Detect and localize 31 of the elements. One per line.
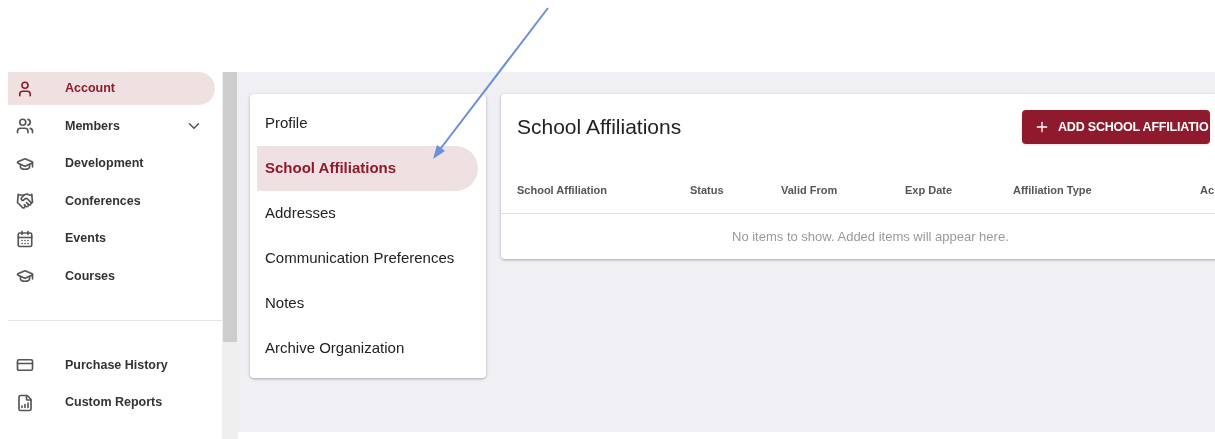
plus-icon [1034,119,1050,135]
sub-nav-item[interactable]: Archive Organization [257,326,478,371]
sidebar-item[interactable]: Courses [8,259,215,293]
people-icon [16,117,34,135]
sidebar-item[interactable]: Purchase History [8,348,215,382]
sub-nav-item[interactable]: Communication Preferences [257,236,478,281]
sub-nav-item[interactable]: Notes [257,281,478,326]
sub-nav-item[interactable]: Profile [257,101,478,146]
graduation-cap-icon [16,267,34,285]
empty-message: No items to show. Added items will appear here. [732,227,1009,246]
sidebar-item[interactable]: Development [8,147,215,180]
column-header: Valid From [781,183,838,196]
sub-nav-item[interactable]: School Affiliations [257,146,478,191]
column-header: Ac [1200,183,1215,196]
calendar-icon [16,229,34,248]
person-icon [16,79,34,98]
column-header: Status [690,183,724,196]
scrollbar-thumb[interactable] [223,72,237,342]
sidebar-item[interactable]: Custom Reports [8,386,215,419]
sidebar-item[interactable]: Members [8,109,215,143]
sidebar-item[interactable]: Events [8,222,215,255]
add-button[interactable]: ADD SCHOOL AFFILIATIO [1022,110,1211,144]
sidebar-item[interactable]: Conferences [8,184,215,218]
sub-nav-item[interactable]: Addresses [257,191,478,236]
column-header: Exp Date [905,183,953,196]
column-header: School Affiliation [517,183,608,196]
sidebar-item[interactable]: Account [8,72,215,105]
handshake-icon [16,192,34,210]
report-icon [16,393,34,412]
panel-title: School Affiliations [517,114,683,141]
column-header: Affiliation Type [1013,183,1092,196]
